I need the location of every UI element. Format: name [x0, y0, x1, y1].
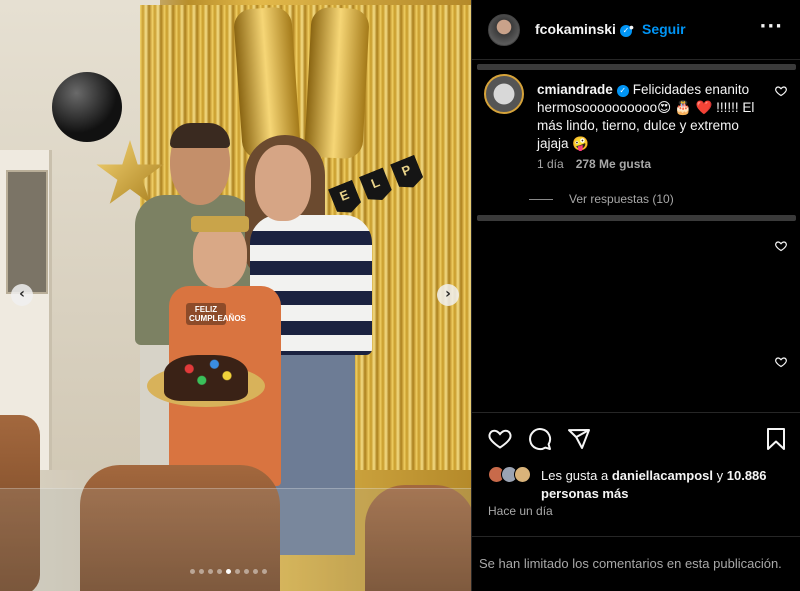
- post-photo[interactable]: E L P FELIZ CUMPLEAÑOS ‹ ›: [0, 0, 471, 591]
- likes-text: Les gusta a daniellacamposl y 10.886 per…: [541, 467, 796, 503]
- comment-icon[interactable]: [528, 427, 552, 456]
- commenter-avatar[interactable]: [484, 74, 524, 114]
- photo-cake: [164, 355, 248, 401]
- comment-emojis: 😍 🎂 ❤️: [657, 100, 713, 115]
- liker-username[interactable]: daniellacamposl: [612, 468, 713, 483]
- comment-like-heart-icon[interactable]: [775, 85, 787, 100]
- chevron-left-icon: ‹: [19, 286, 25, 302]
- comments-scroll-divider: [477, 215, 796, 221]
- comment-meta: 1 día 278 Me gusta: [537, 157, 663, 171]
- carousel-prev-button[interactable]: ‹: [11, 284, 33, 306]
- carousel-dot: [262, 569, 267, 574]
- chevron-right-icon: ›: [445, 286, 451, 302]
- follow-button[interactable]: Seguir: [642, 21, 686, 37]
- comment-likes-count[interactable]: 278 Me gusta: [576, 157, 651, 171]
- photo-glass-table: [0, 488, 471, 591]
- comment-like-heart-icon[interactable]: [775, 356, 787, 371]
- author-username: fcokaminski: [535, 21, 616, 37]
- liker-avatar: [514, 466, 531, 483]
- verified-badge-icon: ✓: [616, 85, 629, 97]
- post-side-panel: fcokaminski ✓ • Seguir ··· cmiandrade ✓ Fel…: [471, 0, 800, 591]
- comment-text: cmiandrade ✓ Felicidades enanito hermosooo…: [537, 81, 769, 153]
- carousel-dot: [235, 569, 240, 574]
- likes-connector: y: [716, 468, 724, 483]
- comment-like-heart-icon[interactable]: [775, 240, 787, 255]
- comment-age: 1 día: [537, 157, 564, 171]
- comments-scroll-divider: [477, 64, 796, 70]
- more-options-icon[interactable]: ···: [759, 16, 783, 37]
- author-avatar[interactable]: [488, 14, 520, 46]
- cake-topper-text: FELIZ CUMPLEAÑOS: [186, 303, 246, 325]
- carousel-next-button[interactable]: ›: [437, 284, 459, 306]
- photo-black-balloon: [52, 72, 122, 142]
- comment-emoji: 🤪: [572, 136, 590, 151]
- liker-avatars[interactable]: [488, 466, 538, 484]
- bookmark-icon[interactable]: [765, 427, 787, 456]
- post-header: fcokaminski ✓ • Seguir ···: [472, 0, 800, 60]
- replies-line: [529, 199, 553, 200]
- post-actions-bar: [472, 412, 800, 462]
- author-username-link[interactable]: fcokaminski ✓: [535, 21, 632, 37]
- post-timestamp[interactable]: Hace un día: [488, 504, 553, 518]
- heart-icon[interactable]: [488, 427, 512, 456]
- carousel-dot: [244, 569, 249, 574]
- view-replies-button[interactable]: Ver respuestas (10): [529, 192, 674, 206]
- comments-limited-notice: Se han limitado los comentarios en esta …: [472, 536, 800, 591]
- carousel-dot: [199, 569, 204, 574]
- carousel-dot: [253, 569, 258, 574]
- carousel-dot: [217, 569, 222, 574]
- header-separator: •: [629, 19, 634, 35]
- carousel-dot: [226, 569, 231, 574]
- likes-prefix: Les gusta a: [541, 468, 609, 483]
- carousel-dot: [208, 569, 213, 574]
- carousel-dot: [190, 569, 195, 574]
- view-replies-label: Ver respuestas (10): [569, 192, 674, 206]
- carousel-indicator: [190, 569, 267, 574]
- share-icon[interactable]: [567, 427, 591, 456]
- commenter-username[interactable]: cmiandrade: [537, 82, 613, 97]
